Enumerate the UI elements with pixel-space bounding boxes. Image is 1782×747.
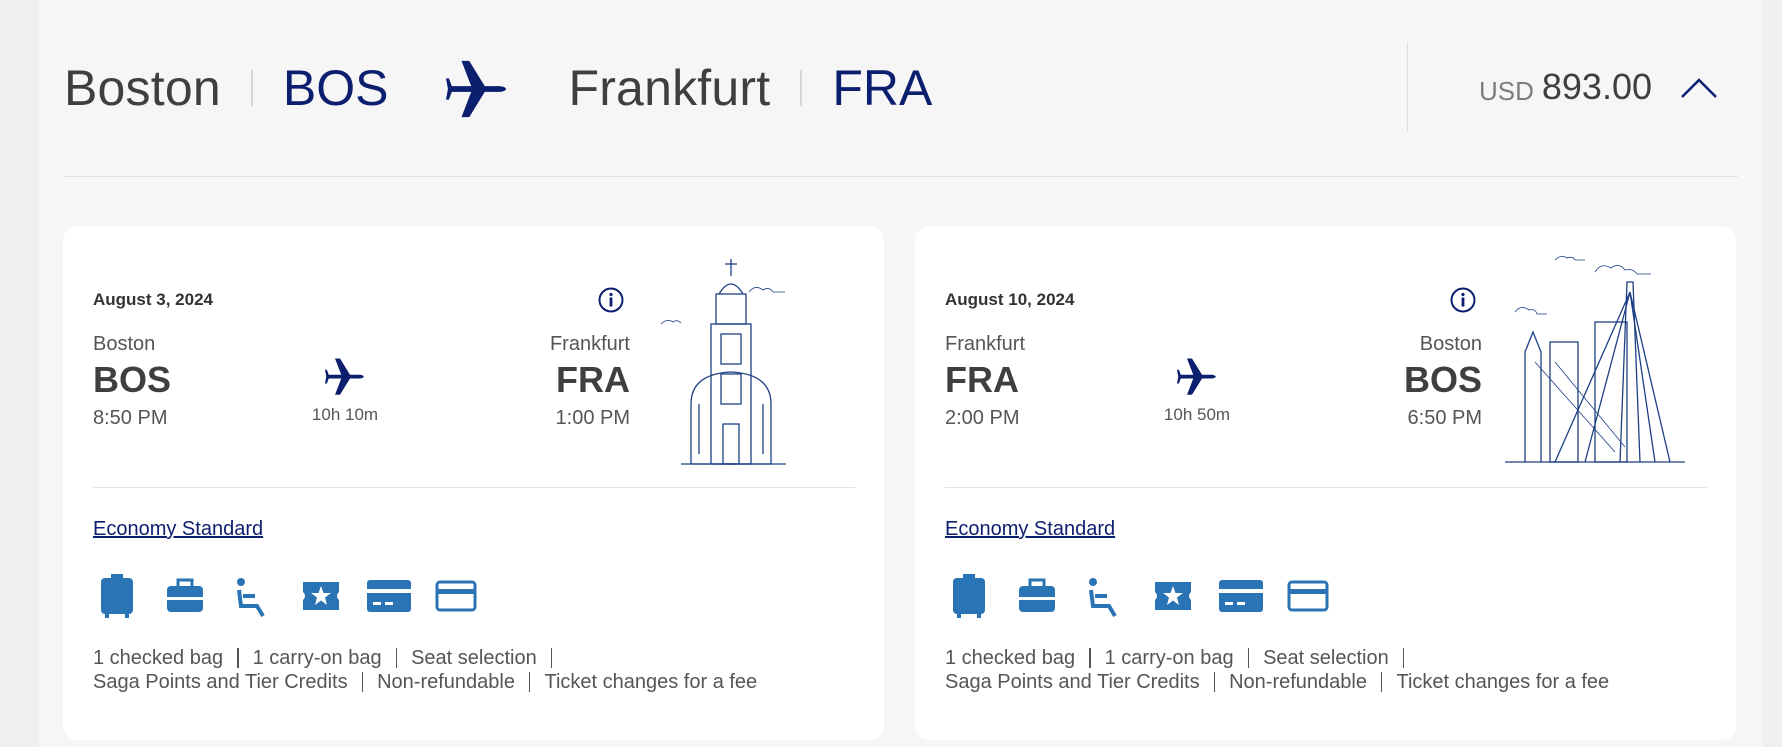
arrival-time: 6:50 PM — [1407, 407, 1482, 429]
change-card-icon — [1287, 580, 1329, 612]
fare-class-link[interactable]: Economy Standard — [945, 518, 1115, 541]
feature-carry-on: 1 carry-on bag — [252, 647, 382, 669]
chevron-up-icon[interactable] — [1680, 75, 1718, 99]
frankfurt-church-illustration — [661, 259, 786, 465]
separator — [800, 69, 803, 106]
carry-on-bag-icon — [167, 578, 203, 612]
feature-refund: Non-refundable — [1229, 671, 1367, 693]
feature-refund: Non-refundable — [377, 671, 515, 693]
separator — [250, 69, 253, 106]
flight-card-outbound: August 3, 2024 Boston BOS 8:50 PM 10h 10… — [63, 226, 884, 740]
departure-time: 8:50 PM — [93, 407, 168, 429]
price-toggle[interactable]: USD 893.00 — [1407, 42, 1738, 132]
origin-city: Boston — [64, 59, 221, 116]
departure-city: Boston — [93, 333, 156, 355]
change-card-icon — [435, 580, 477, 612]
refund-card-icon — [1219, 580, 1263, 612]
destination-city: Frankfurt — [568, 59, 771, 116]
feature-points: Saga Points and Tier Credits — [93, 671, 348, 693]
points-ticket-icon — [303, 582, 339, 610]
features-row-1: 1 checked bag 1 carry-on bag Seat select… — [93, 646, 757, 670]
currency-label: USD — [1478, 75, 1534, 106]
airplane-icon — [325, 356, 365, 396]
departure-code: BOS — [93, 359, 172, 400]
flight-date: August 3, 2024 — [93, 290, 213, 309]
boston-skyline-illustration — [1505, 256, 1685, 463]
flight-duration: 10h 50m — [1163, 405, 1231, 424]
fare-features: 1 checked bag 1 carry-on bag Seat select… — [93, 646, 757, 694]
arrival-code: FRA — [556, 359, 630, 400]
departure-city: Frankfurt — [945, 333, 1026, 355]
fare-icons — [93, 574, 501, 618]
info-icon[interactable] — [1449, 286, 1477, 314]
points-ticket-icon — [1155, 582, 1191, 610]
trip-summary-header[interactable]: Boston BOS Frankfurt FRA USD 893.00 — [64, 30, 1738, 145]
features-row-1: 1 checked bag 1 carry-on bag Seat select… — [945, 646, 1609, 670]
feature-points: Saga Points and Tier Credits — [945, 671, 1200, 693]
feature-seat-selection: Seat selection — [1263, 647, 1389, 669]
departure-time: 2:00 PM — [945, 407, 1020, 429]
arrival: Frankfurt FRA 1:00 PM — [550, 333, 630, 430]
info-icon[interactable] — [597, 286, 625, 314]
refund-card-icon — [367, 580, 411, 612]
arrival: Boston BOS 6:50 PM — [1404, 333, 1482, 430]
flight-duration-block: 10h 50m — [1147, 356, 1247, 425]
feature-checked-bag: 1 checked bag — [945, 647, 1076, 669]
route: Boston BOS Frankfurt FRA — [64, 30, 932, 145]
flight-duration-block: 10h 10m — [295, 356, 395, 425]
card-divider — [93, 487, 855, 488]
feature-changes: Ticket changes for a fee — [1396, 671, 1610, 693]
carry-on-bag-icon — [1019, 578, 1055, 612]
features-row-2: Saga Points and Tier Credits Non-refunda… — [945, 670, 1609, 694]
seat-icon — [237, 578, 265, 618]
arrival-code: BOS — [1403, 359, 1482, 400]
feature-seat-selection: Seat selection — [411, 647, 537, 669]
arrival-city: Frankfurt — [549, 333, 630, 355]
flight-duration: 10h 10m — [311, 405, 379, 424]
checked-bag-icon — [101, 574, 133, 618]
feature-checked-bag: 1 checked bag — [93, 647, 224, 669]
origin-code: BOS — [282, 59, 389, 116]
destination-code: FRA — [832, 59, 933, 116]
checked-bag-icon — [953, 574, 985, 618]
arrival-city: Boston — [1419, 333, 1482, 355]
fare-icons — [945, 574, 1353, 618]
seat-icon — [1089, 578, 1117, 618]
fare-features: 1 checked bag 1 carry-on bag Seat select… — [945, 646, 1609, 694]
fare-class-link[interactable]: Economy Standard — [93, 518, 263, 541]
features-row-2: Saga Points and Tier Credits Non-refunda… — [93, 670, 757, 694]
flight-date: August 10, 2024 — [945, 290, 1075, 309]
header-divider — [64, 176, 1738, 177]
departure: Frankfurt FRA 2:00 PM — [945, 333, 1025, 430]
flight-card-return: August 10, 2024 Frankfurt FRA 2:00 PM 10… — [915, 226, 1736, 740]
card-divider — [945, 487, 1707, 488]
feature-carry-on: 1 carry-on bag — [1104, 647, 1234, 669]
airplane-icon — [446, 57, 508, 119]
airplane-icon — [1177, 356, 1217, 396]
feature-changes: Ticket changes for a fee — [544, 671, 758, 693]
departure: Boston BOS 8:50 PM — [93, 333, 171, 430]
departure-code: FRA — [945, 359, 1019, 400]
arrival-time: 1:00 PM — [555, 407, 630, 429]
total-price: 893.00 — [1541, 66, 1652, 107]
